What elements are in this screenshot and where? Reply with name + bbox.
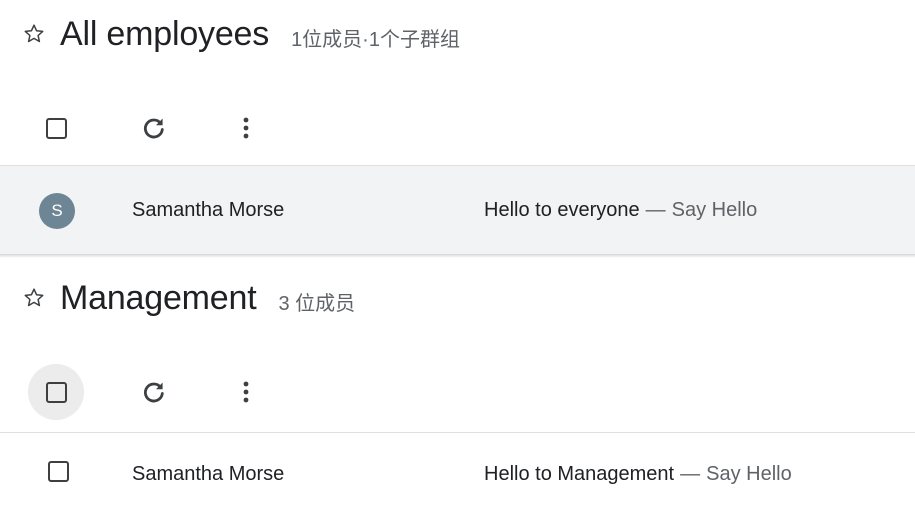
more-vert-icon[interactable] (230, 376, 262, 408)
group-title[interactable]: Management (60, 279, 257, 318)
toolbar (0, 96, 915, 160)
snippet: Say Hello (671, 199, 758, 221)
avatar[interactable]: S (39, 193, 75, 229)
toolbar (0, 360, 915, 424)
group-header-management: Management 3 位成员 (22, 276, 355, 320)
separator: — (645, 199, 666, 221)
sender-name: Samantha Morse (132, 199, 285, 221)
subject: Hello to everyone (484, 199, 640, 221)
checkbox-box[interactable] (46, 118, 67, 139)
group-header-all-employees: All employees 1位成员·1个子群组 (22, 12, 460, 56)
sender-name: Samantha Morse (132, 463, 285, 485)
section-divider-shadow (0, 254, 915, 258)
group-member-count: 3 位成员 (278, 292, 356, 315)
refresh-icon[interactable] (138, 112, 170, 144)
subject-line: Hello to everyone — Say Hello (484, 199, 915, 222)
groups-page: All employees 1位成员·1个子群组 S Samantha Mors… (0, 0, 915, 519)
separator: — (680, 463, 701, 485)
select-all-checkbox[interactable] (28, 100, 84, 156)
star-icon[interactable] (22, 22, 46, 46)
select-all-checkbox[interactable] (28, 364, 84, 420)
subject-line: Hello to Management — Say Hello (484, 463, 915, 486)
refresh-icon[interactable] (138, 376, 170, 408)
snippet: Say Hello (706, 463, 792, 485)
star-icon[interactable] (22, 286, 46, 310)
more-vert-icon[interactable] (230, 112, 262, 144)
conversation-row[interactable]: S Samantha Morse Hello to everyone — Say H… (0, 165, 915, 255)
subject: Hello to Management (484, 463, 675, 485)
group-member-count: 1位成员·1个子群组 (291, 28, 460, 51)
row-checkbox[interactable] (48, 461, 69, 482)
conversation-row[interactable]: Samantha Morse Hello to Management — Say H… (0, 432, 915, 519)
group-title[interactable]: All employees (60, 15, 269, 54)
checkbox-box[interactable] (46, 382, 67, 403)
